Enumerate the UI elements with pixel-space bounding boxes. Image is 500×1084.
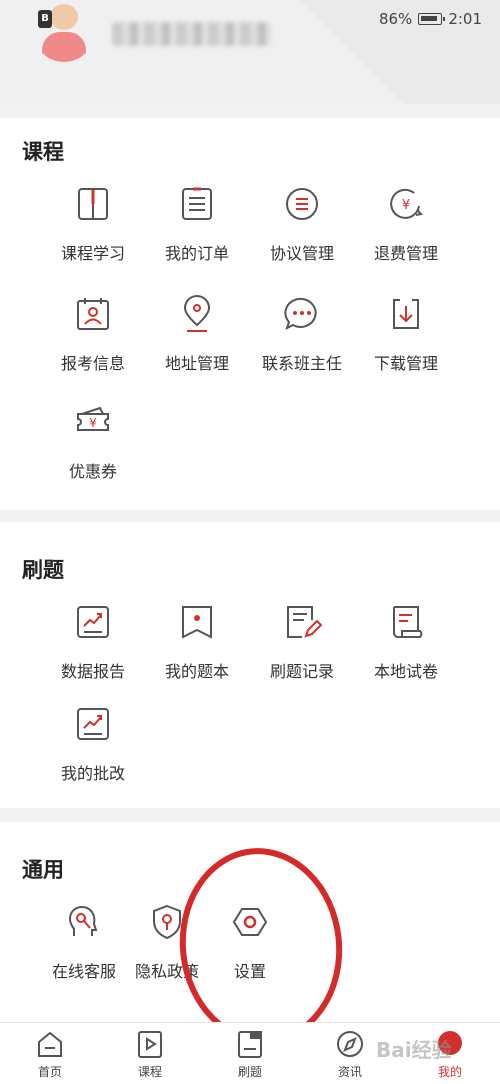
home-icon (38, 1031, 62, 1057)
status-bar: 86% 2:01 (379, 10, 482, 28)
battery-percent: 86% (378, 10, 413, 28)
course-study-label: 课程学习 (60, 244, 125, 263)
data-report-label: 数据报告 (60, 662, 125, 681)
local-papers-label: 本地试卷 (373, 662, 438, 681)
tab-mine-label: 我的 (437, 1065, 462, 1079)
tab-home[interactable]: 首页 (0, 1023, 100, 1080)
download-icon (393, 299, 419, 329)
tab-course[interactable]: 课程 (100, 1023, 200, 1080)
profile-icon (438, 1031, 462, 1055)
question-bank-icon (238, 1031, 262, 1058)
refund-item[interactable]: ¥ 退费管理 (356, 184, 456, 264)
local-papers-item[interactable]: 本地试卷 (356, 602, 456, 682)
my-orders-item[interactable]: 我的订单 (147, 184, 247, 264)
settings-label: 设置 (233, 962, 266, 981)
customer-service-icon (68, 905, 98, 936)
contact-teacher-item[interactable]: 联系班主任 (252, 294, 352, 374)
practice-record-item[interactable]: 刷题记录 (252, 602, 352, 682)
bottom-tab-bar: 首页 课程 刷题 资讯 我的 (0, 1022, 500, 1084)
section-title-general: 通用 (22, 858, 64, 882)
course-section: 课程 课程学习 我的订单 协议管理 ¥ 退费管理 报考信息 地址管理 联系班主任… (0, 118, 500, 510)
bookmark-book-icon (182, 606, 212, 639)
avatar-body (42, 32, 86, 62)
lock-badge: B (38, 10, 52, 28)
shield-icon (153, 904, 181, 940)
chart-report-icon (77, 606, 109, 638)
tab-practice-label: 刷题 (237, 1065, 262, 1079)
exam-info-item[interactable]: 报考信息 (43, 294, 143, 374)
section-title-practice: 刷题 (22, 558, 64, 582)
battery-icon (418, 13, 446, 25)
exam-registration-icon (77, 298, 109, 330)
general-section: 通用 在线客服 隐私政策 设置 (0, 822, 500, 1022)
paper-scroll-icon (393, 606, 423, 638)
agreement-label: 协议管理 (269, 244, 334, 263)
avatar-face (50, 4, 78, 30)
tab-practice[interactable]: 刷题 (200, 1023, 300, 1080)
practice-record-label: 刷题记录 (269, 662, 334, 681)
refund-icon: ¥ (390, 188, 424, 219)
svg-text:¥: ¥ (89, 416, 97, 430)
coupon-icon: ¥ (77, 406, 109, 431)
book-icon (78, 188, 108, 220)
correction-chart-icon (77, 708, 109, 740)
edit-record-icon (287, 606, 322, 638)
practice-section: 刷题 数据报告 我的题本 刷题记录 本地试卷 我的批改 (0, 522, 500, 808)
profile-header: B 86% 2:01 (0, 0, 500, 104)
contact-teacher-label: 联系班主任 (261, 354, 342, 373)
my-question-book-item[interactable]: 我的题本 (147, 602, 247, 682)
coupon-item[interactable]: ¥ 优惠券 (43, 402, 143, 482)
address-label: 地址管理 (164, 354, 229, 373)
section-title-course: 课程 (22, 140, 64, 164)
my-question-book-label: 我的题本 (164, 662, 229, 681)
tab-course-label: 课程 (137, 1065, 162, 1079)
clock-time: 2:01 (448, 10, 482, 28)
data-report-item[interactable]: 数据报告 (43, 602, 143, 682)
tab-mine[interactable]: 我的 (400, 1023, 500, 1080)
course-study-item[interactable]: 课程学习 (43, 184, 143, 264)
location-pin-icon (183, 295, 211, 332)
refund-label: 退费管理 (373, 244, 438, 263)
agreement-icon (286, 188, 318, 220)
my-corrections-item[interactable]: 我的批改 (43, 704, 143, 784)
download-item[interactable]: 下载管理 (356, 294, 456, 374)
gear-icon (232, 908, 268, 936)
settings-item[interactable]: 设置 (200, 902, 300, 982)
coupon-label: 优惠券 (68, 462, 117, 481)
my-corrections-label: 我的批改 (60, 764, 125, 783)
username-blurred[interactable] (112, 22, 272, 46)
download-label: 下载管理 (373, 354, 438, 373)
tab-news-label: 资讯 (337, 1065, 362, 1079)
tab-news[interactable]: 资讯 (300, 1023, 400, 1080)
agreement-item[interactable]: 协议管理 (252, 184, 352, 264)
chat-bubble-icon (284, 297, 317, 330)
address-item[interactable]: 地址管理 (147, 294, 247, 374)
exam-info-label: 报考信息 (60, 354, 125, 373)
svg-text:¥: ¥ (402, 198, 410, 213)
tab-home-label: 首页 (37, 1065, 62, 1079)
my-orders-label: 我的订单 (164, 244, 229, 263)
compass-icon (337, 1031, 363, 1057)
play-course-icon (138, 1031, 162, 1058)
order-list-icon (182, 187, 212, 220)
